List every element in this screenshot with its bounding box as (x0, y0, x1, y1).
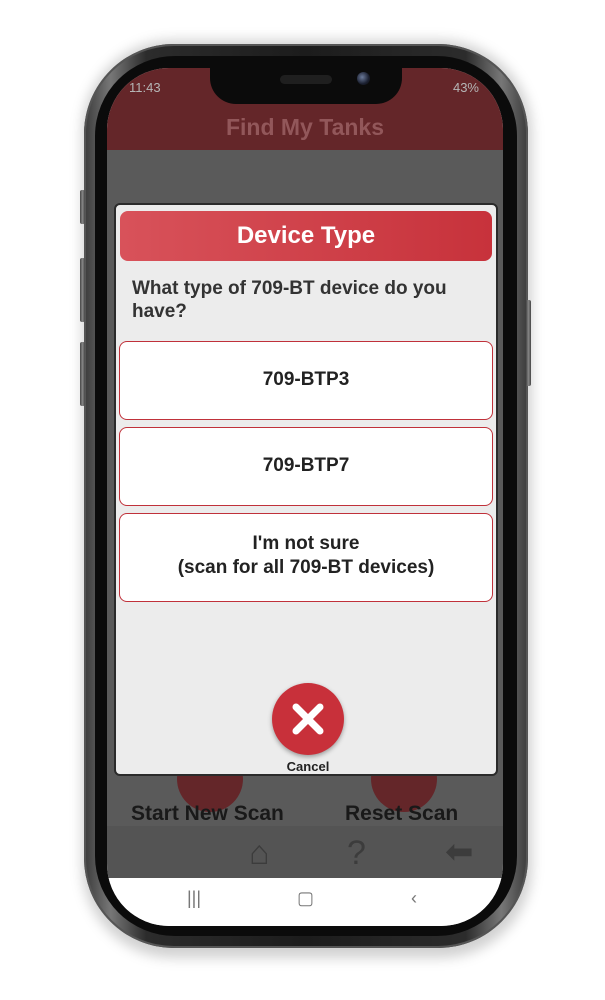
option-709-btp7[interactable]: 709-BTP7 (119, 427, 493, 506)
option-sublabel: (scan for all 709-BT devices) (177, 557, 435, 578)
option-label: 709-BTP3 (262, 369, 350, 390)
option-709-btp3[interactable]: 709-BTP3 (119, 341, 493, 420)
recent-apps-icon[interactable]: ||| (187, 888, 201, 909)
phone-speaker (280, 75, 332, 84)
cancel-button[interactable] (272, 683, 344, 755)
option-label: I'm not sure (252, 533, 360, 554)
option-not-sure[interactable]: I'm not sure (scan for all 709-BT device… (119, 513, 493, 602)
front-camera (357, 72, 370, 85)
device-type-dialog: Device Type What type of 709-BT device d… (114, 203, 498, 776)
home-system-icon[interactable]: ▢ (297, 888, 314, 909)
volume-down-button (80, 342, 85, 406)
dialog-title: Device Type (236, 222, 376, 249)
power-button (526, 300, 531, 386)
volume-up-button (80, 258, 85, 322)
side-button (80, 190, 85, 224)
phone-notch (210, 68, 402, 104)
dialog-header: Device Type (120, 211, 492, 261)
dialog-question: What type of 709-BT device do you have? (132, 278, 447, 322)
cancel-label: Cancel (286, 759, 330, 774)
cancel-control: Cancel (267, 683, 349, 774)
option-label: 709-BTP7 (262, 455, 350, 476)
close-icon (292, 703, 324, 735)
back-system-icon[interactable]: ‹ (411, 888, 417, 909)
system-navigation-bar: ||| ▢ ‹ (107, 878, 503, 926)
